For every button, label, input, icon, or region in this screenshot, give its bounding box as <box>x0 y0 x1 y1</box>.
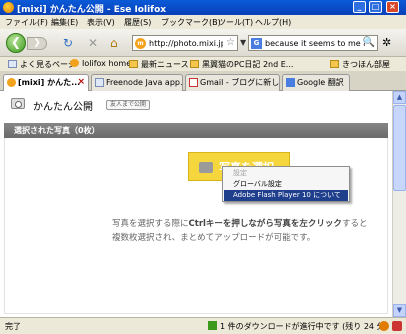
status-text: 完了 <box>5 322 21 331</box>
mixi-favicon-icon <box>7 78 16 87</box>
tab-label: Gmail - ブログに新し... <box>200 78 280 87</box>
hint-text: すると <box>341 219 368 229</box>
menu-item-global-settings[interactable]: グローバル設定 <box>224 179 348 190</box>
bookmark-label: 最新ニュース <box>141 60 189 69</box>
url-text[interactable]: http://photo.mixi.jp <box>149 39 223 48</box>
options-icon[interactable]: ✲ <box>382 36 391 49</box>
hint-text: 写真を選択する際に <box>112 219 189 229</box>
visibility-badge: 友人まで公開 <box>106 100 151 110</box>
scroll-up-icon[interactable]: ▲ <box>393 91 406 104</box>
bookmark-page-icon <box>8 60 17 68</box>
download-icon <box>208 321 217 330</box>
bookmark-star-icon[interactable]: ☆ <box>226 37 235 48</box>
menu-bookmarks[interactable]: ブックマーク(B) <box>161 17 221 28</box>
tab-mixi[interactable]: [mixi] かんた... × <box>3 74 89 91</box>
download-status-text: 1 件のダウンロードが進行中です (残り 24 分) <box>220 322 388 331</box>
tab-strip: [mixi] かんた... × Freenode Java app... Gma… <box>0 71 406 91</box>
tab-google-translate[interactable]: Google 翻訳 <box>282 74 350 91</box>
selected-photos-header: 選択された写真（0枚） <box>4 123 388 138</box>
flash-context-menu: 設定 グローバル設定 Adobe Flash Player 10 について <box>222 166 350 202</box>
reload-icon[interactable]: ↻ <box>63 37 73 49</box>
google-icon <box>286 78 295 87</box>
menu-tools[interactable]: ツール(T) <box>218 17 253 28</box>
download-status[interactable]: 1 件のダウンロードが進行中です (残り 24 分) <box>208 321 388 332</box>
browser-window: [mixi] かんたん公開 - Ese Iolifox _ □ × ファイル(F… <box>0 0 406 334</box>
search-input[interactable]: because it seems to me a <box>265 39 365 48</box>
bookmark-label: 黒翼猫のPC日記 2nd E... <box>202 60 294 69</box>
upload-hint: 写真を選択する際にCtrlキーを押しながら写真を左クリックすると 複数枚選択され… <box>112 217 367 245</box>
firefox-app-icon <box>3 2 14 13</box>
close-tab-icon[interactable]: × <box>77 75 85 90</box>
page-content: かんたん公開 友人まで公開 選択された写真（0枚） 写真を選択 設定 グローバル… <box>0 91 392 317</box>
menu-item-settings[interactable]: 設定 <box>224 168 348 179</box>
menu-item-about-flash[interactable]: Adobe Flash Player 10 について <box>224 190 348 201</box>
tab-label: [mixi] かんた... <box>18 78 81 87</box>
maximize-button[interactable]: □ <box>369 1 382 13</box>
scroll-thumb[interactable] <box>393 105 406 191</box>
url-bar[interactable]: m http://photo.mixi.jp ☆ <box>132 35 238 51</box>
bookmark-label: きつほん部屋 <box>342 60 390 69</box>
search-engine-icon[interactable]: G <box>251 38 262 49</box>
bookmark-folder-icon <box>190 60 199 68</box>
bookmark-item[interactable]: よく見るページ <box>8 59 76 70</box>
bookmark-folder-icon <box>129 60 138 68</box>
tab-freenode[interactable]: Freenode Java app... <box>91 74 183 91</box>
forward-button[interactable]: ❯ <box>27 37 47 50</box>
bookmark-label: よく見るページ <box>20 60 76 69</box>
tab-gmail[interactable]: Gmail - ブログに新し... <box>185 74 280 91</box>
hint-emphasis: Ctrlキーを押しながら写真を左クリック <box>188 219 342 229</box>
stop-icon[interactable]: ✕ <box>88 37 98 49</box>
page-icon <box>95 78 104 87</box>
title-bar: [mixi] かんたん公開 - Ese Iolifox _ □ × <box>0 0 406 15</box>
bookmark-item[interactable]: 最新ニュース <box>129 59 189 70</box>
menu-help[interactable]: ヘルプ(H) <box>255 17 291 28</box>
camera-icon <box>11 98 25 109</box>
bookmark-folder-icon <box>70 59 79 67</box>
bookmark-label: Iolifox home <box>82 59 132 68</box>
page-header: かんたん公開 友人まで公開 <box>0 91 392 117</box>
menu-history[interactable]: 履歴(S) <box>124 17 151 28</box>
page-title: かんたん公開 <box>33 102 93 113</box>
tab-label: Freenode Java app... <box>106 78 183 87</box>
search-bar[interactable]: G because it seems to me a 🔍 <box>248 35 378 51</box>
tab-label: Google 翻訳 <box>297 78 344 87</box>
menu-file[interactable]: ファイル(F) <box>5 17 48 28</box>
menu-view[interactable]: 表示(V) <box>87 17 115 28</box>
window-title: [mixi] かんたん公開 - Ese Iolifox <box>17 5 167 15</box>
status-shield-icon[interactable] <box>392 321 402 331</box>
bookmarks-toolbar: よく見るページ Iolifox home 最新ニュース 黒翼猫のPC日記 2nd… <box>0 57 406 71</box>
menu-edit[interactable]: 編集(E) <box>51 17 78 28</box>
close-button[interactable]: × <box>386 1 399 13</box>
status-bar: 完了 1 件のダウンロードが進行中です (残り 24 分) <box>0 317 406 334</box>
hint-text: 複数枚選択され、まとめてアップロードが可能です。 <box>112 233 316 243</box>
site-favicon-icon: m <box>135 38 146 49</box>
bookmark-item[interactable]: 黒翼猫のPC日記 2nd E... <box>190 59 293 70</box>
back-button[interactable]: ❮ <box>6 33 26 53</box>
bookmark-item[interactable]: Iolifox home <box>70 59 131 68</box>
url-dropdown-icon[interactable]: ▼ <box>240 38 246 47</box>
status-addon-icon[interactable] <box>379 321 389 331</box>
navigation-toolbar: ❮ ❯ ↻ ✕ ⌂ m http://photo.mixi.jp ☆ ▼ G b… <box>0 29 406 57</box>
camera-icon <box>199 162 213 173</box>
menu-bar: ファイル(F) 編集(E) 表示(V) 履歴(S) ブックマーク(B) ツール(… <box>0 15 406 29</box>
bookmark-folder-icon <box>330 60 339 68</box>
search-icon[interactable]: 🔍 <box>363 37 375 48</box>
scroll-down-icon[interactable]: ▼ <box>393 304 406 317</box>
vertical-scrollbar[interactable]: ▲ ▼ <box>392 91 406 317</box>
gmail-icon <box>189 78 198 87</box>
home-icon[interactable]: ⌂ <box>110 37 118 49</box>
bookmark-item[interactable]: きつほん部屋 <box>330 59 390 70</box>
minimize-button[interactable]: _ <box>353 1 366 13</box>
